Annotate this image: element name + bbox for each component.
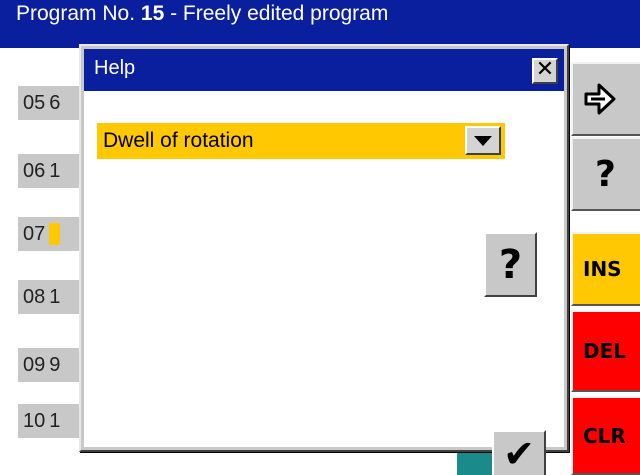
step-value: 9 <box>49 354 61 376</box>
dialog-help-button[interactable]: ? <box>484 232 537 297</box>
help-topic-value: Dwell of rotation <box>103 129 254 152</box>
program-title-bar: Program No. 15 - Freely edited program <box>0 0 640 48</box>
help-topic-select[interactable]: Dwell of rotation <box>97 123 505 159</box>
clear-button[interactable]: CLR <box>571 396 640 475</box>
step-value: l <box>49 223 60 245</box>
enter-button[interactable] <box>571 62 640 136</box>
step-index: 05 <box>23 92 46 114</box>
dialog-body: Dwell of rotation ? ✔ <box>84 91 564 475</box>
program-name: - Freely edited program <box>170 2 389 25</box>
step-index: 10 <box>23 410 46 432</box>
program-number: 15 <box>140 2 165 25</box>
dialog-title-bar: Help ✕ <box>84 49 564 91</box>
step-index: 07 <box>23 223 46 245</box>
step-row[interactable]: 09 9 <box>18 348 88 382</box>
step-row[interactable]: 05 6 <box>18 86 88 120</box>
step-index: 09 <box>23 354 46 376</box>
step-index: 06 <box>23 160 46 182</box>
dropdown-arrow-icon[interactable] <box>465 126 501 155</box>
step-value: 1 <box>49 286 61 308</box>
checkmark-icon: ✔ <box>503 432 535 475</box>
step-value: 1 <box>49 410 61 432</box>
step-row[interactable]: 08 1 <box>18 280 88 314</box>
step-row[interactable]: 10 1 <box>18 404 88 438</box>
step-value: 6 <box>49 92 61 114</box>
step-row-selected[interactable]: 07 l <box>18 217 88 251</box>
arrow-enter-icon <box>584 83 616 115</box>
step-index: 08 <box>23 286 46 308</box>
step-value: 1 <box>49 160 61 182</box>
side-help-button[interactable]: ? <box>571 137 640 211</box>
delete-button[interactable]: DEL <box>571 310 640 392</box>
ok-button[interactable]: ✔ <box>492 430 546 475</box>
insert-button[interactable]: INS <box>571 232 640 306</box>
close-button[interactable]: ✕ <box>532 58 558 84</box>
program-label: Program No. <box>16 2 136 25</box>
step-row[interactable]: 06 1 <box>18 154 88 188</box>
close-icon: ✕ <box>535 57 555 82</box>
dialog-title: Help <box>94 57 136 79</box>
help-dialog: Help ✕ Dwell of rotation ? ✔ <box>79 44 569 475</box>
